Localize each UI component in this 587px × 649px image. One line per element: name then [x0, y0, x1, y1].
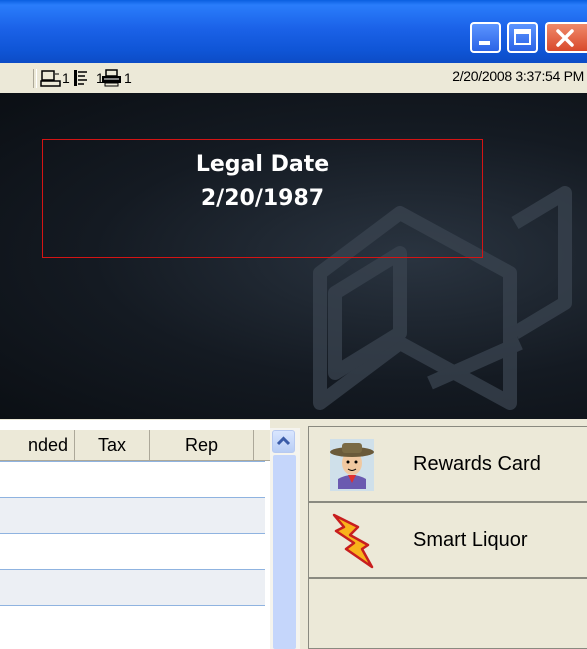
side-button-panel: Rewards Card Smart Liquor — [300, 420, 587, 649]
rewards-card-label: Rewards Card — [413, 452, 541, 475]
transaction-grid: nded Tax Rep — [0, 420, 270, 649]
status-datetime: 2/20/2008 3:37:54 PM — [452, 68, 584, 84]
column-header-rep[interactable]: Rep — [150, 430, 254, 460]
journal-indicator: 1 — [70, 68, 104, 88]
register-count: 1 — [62, 70, 70, 86]
scroll-track[interactable] — [273, 455, 296, 649]
table-row[interactable] — [0, 605, 265, 641]
legal-date-label: Legal Date — [195, 152, 330, 177]
chevron-up-icon — [276, 436, 291, 446]
printer-icon — [102, 69, 121, 87]
table-row[interactable] — [0, 533, 265, 569]
column-header-tax[interactable]: Tax — [75, 430, 150, 460]
scroll-up-button[interactable] — [272, 430, 295, 453]
smart-liquor-label: Smart Liquor — [413, 528, 528, 551]
table-row[interactable] — [0, 569, 265, 605]
column-header-extended[interactable]: nded — [0, 430, 75, 460]
maximize-button[interactable] — [507, 22, 538, 53]
journal-icon — [74, 70, 87, 86]
printer-count: 1 — [124, 70, 132, 86]
minimize-button[interactable] — [470, 22, 501, 53]
smart-liquor-button[interactable]: Smart Liquor — [308, 502, 587, 578]
rewards-card-button[interactable]: Rewards Card — [308, 426, 587, 502]
close-button[interactable] — [545, 22, 587, 53]
legal-date-box: Legal Date 2/20/1987 — [42, 139, 483, 258]
close-icon — [556, 29, 574, 47]
window-titlebar — [0, 0, 587, 63]
panel-button[interactable] — [308, 578, 587, 649]
lightning-bolt-icon — [321, 509, 383, 571]
grid-scrollbar[interactable] — [270, 428, 300, 649]
status-bar: 1 1 1 2/20/2008 3:37:54 PM — [0, 63, 587, 94]
legal-date-banner: Legal Date 2/20/1987 — [0, 93, 587, 419]
register-indicator: 1 — [40, 68, 70, 88]
maximize-icon — [514, 29, 531, 45]
status-separator — [33, 69, 37, 88]
table-row[interactable] — [0, 461, 265, 497]
cowboy-avatar-icon — [321, 433, 383, 495]
grid-header: nded Tax Rep — [0, 430, 270, 461]
legal-date-value: 2/20/1987 — [200, 186, 325, 211]
table-row[interactable] — [0, 497, 265, 533]
printer-indicator: 1 — [100, 68, 132, 88]
minimize-icon — [479, 41, 490, 45]
register-icon — [40, 70, 61, 87]
